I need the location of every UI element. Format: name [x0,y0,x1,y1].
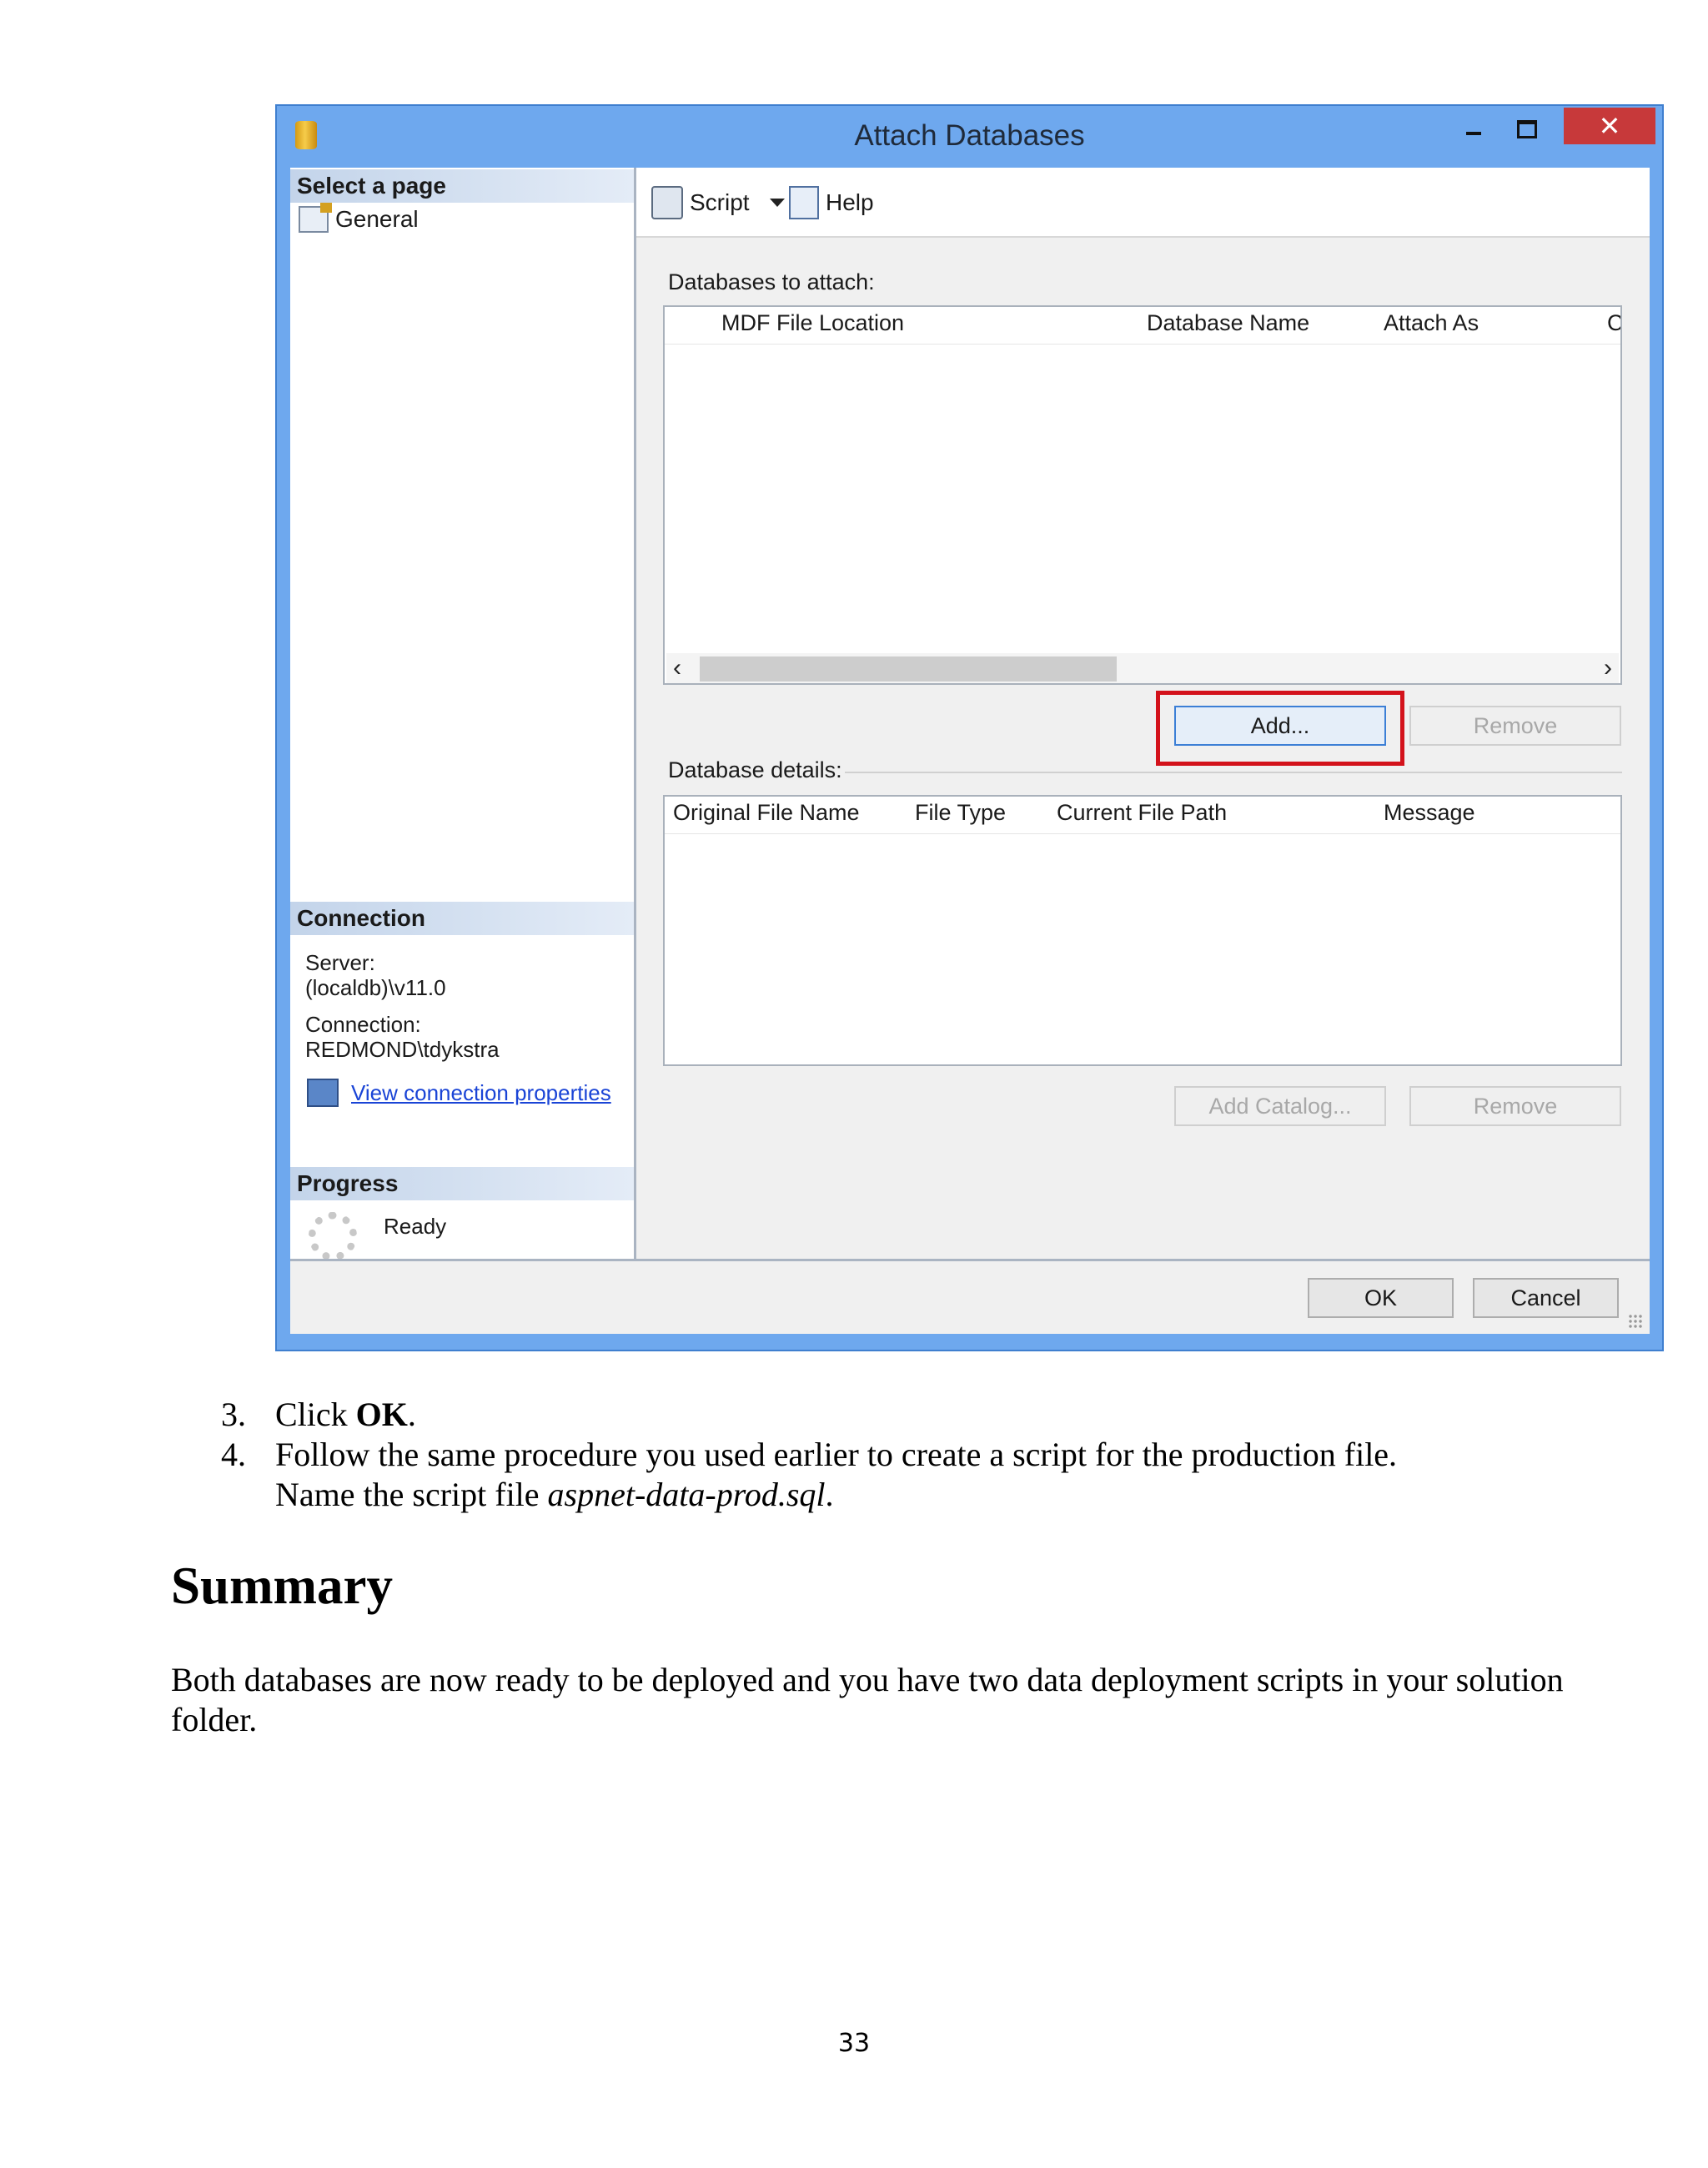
toolbar: Script Help [636,168,1650,238]
add-catalog-button[interactable]: Add Catalog... [1174,1086,1386,1126]
step-text-line2: Name the script file aspnet-data-prod.sq… [275,1475,834,1515]
column-header[interactable]: Database Name [1147,310,1309,336]
databases-grid[interactable]: MDF File Location Database Name Attach A… [663,305,1622,685]
ok-button[interactable]: OK [1308,1278,1454,1318]
header-divider [665,833,1620,834]
resize-grip-icon[interactable] [1628,1314,1643,1329]
help-button[interactable]: Help [789,186,874,219]
right-pane: Script Help Databases to attach: MDF Fil… [636,168,1650,1259]
cancel-button[interactable]: Cancel [1473,1278,1619,1318]
scroll-right-icon[interactable]: › [1604,653,1612,683]
horizontal-scrollbar[interactable]: ‹ › [666,653,1619,683]
remove-detail-button[interactable]: Remove [1409,1086,1621,1126]
summary-paragraph: Both databases are now ready to be deplo… [171,1661,1564,1738]
databases-to-attach-label: Databases to attach: [668,269,875,294]
dialog-client: Select a page General Connection Server:… [290,168,1650,1334]
details-separator [845,772,1622,773]
view-connection-properties-link[interactable]: View connection properties [351,1080,611,1106]
database-details-grid[interactable]: Original File Name File Type Current Fil… [663,795,1622,1066]
minimize-button[interactable] [1453,113,1494,146]
scroll-left-icon[interactable]: ‹ [673,653,681,683]
column-header[interactable]: C [1607,310,1620,336]
column-header[interactable]: Message [1384,800,1475,826]
summary-heading: Summary [171,1557,393,1615]
chevron-down-icon[interactable] [769,199,785,207]
attach-databases-dialog: Attach Databases ✕ Select a page General… [275,104,1664,1351]
close-button[interactable]: ✕ [1564,108,1655,144]
connection-properties-icon [307,1079,339,1107]
step-text-suffix: . [825,1476,834,1513]
step-number: 4. [221,1436,246,1473]
dialog-footer: OK Cancel [290,1259,1650,1334]
scrollbar-thumb[interactable] [700,656,1117,682]
step-text-prefix: Name the script file [275,1476,548,1513]
script-button[interactable]: Script [651,186,785,219]
step-number: 3. [221,1396,246,1433]
page-item-general[interactable]: General [299,203,419,234]
script-filename: aspnet-data-prod.sql [547,1476,826,1513]
add-button[interactable]: Add... [1174,706,1386,746]
page-number: 33 [837,2029,871,2058]
script-label: Script [690,189,750,215]
step-text: Click OK. [275,1395,416,1435]
dialog-titlebar: Attach Databases ✕ [277,106,1662,164]
left-pane: Select a page General Connection Server:… [290,168,636,1260]
close-icon: ✕ [1598,111,1621,141]
progress-header: Progress [290,1167,634,1200]
step-text-bold: OK [355,1396,408,1433]
progress-status: Ready [384,1214,447,1239]
header-divider [665,344,1620,345]
maximize-button[interactable] [1506,113,1548,146]
minimize-icon [1466,132,1481,135]
help-icon [789,186,819,219]
column-header[interactable]: Original File Name [673,800,860,826]
column-header[interactable]: Attach As [1384,310,1479,336]
page-icon [299,203,332,233]
script-icon [651,186,683,219]
database-details-label: Database details: [668,757,842,782]
step-text-line1: Follow the same procedure you used earli… [275,1436,1398,1473]
select-page-header: Select a page [290,169,634,203]
progress-spinner-icon [309,1212,357,1260]
step-text-prefix: Click [275,1396,356,1433]
page-item-label: General [335,206,419,232]
connection-header: Connection [290,902,634,935]
help-label: Help [826,189,874,215]
column-header[interactable]: Current File Path [1057,800,1227,826]
step-text-suffix: . [407,1396,416,1433]
column-header[interactable]: File Type [915,800,1006,826]
server-label: Server: [305,950,375,975]
connection-label: Connection: [305,1012,421,1037]
connection-value: REDMOND\tdykstra [305,1037,500,1062]
maximize-icon [1517,120,1537,138]
remove-database-button[interactable]: Remove [1409,706,1621,746]
server-value: (localdb)\v11.0 [305,975,446,1000]
column-header[interactable]: MDF File Location [721,310,904,336]
